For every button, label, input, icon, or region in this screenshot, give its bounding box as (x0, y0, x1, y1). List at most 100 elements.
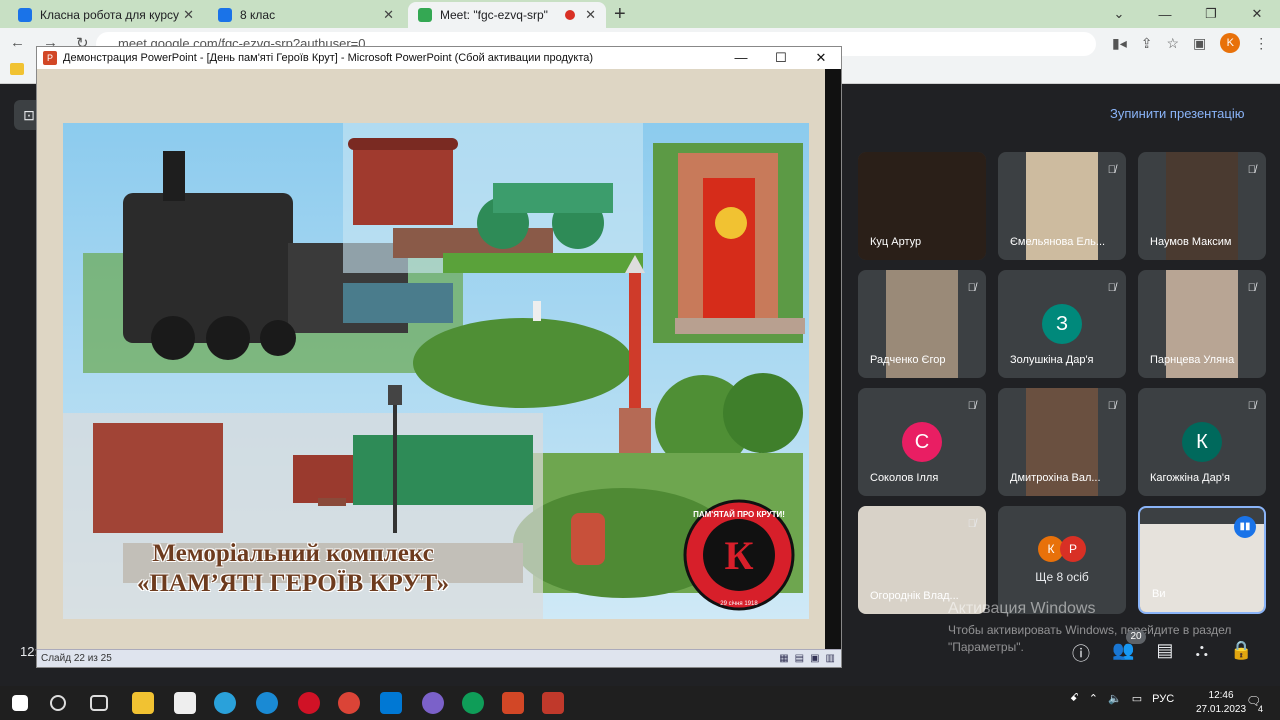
back-icon[interactable]: ← (10, 34, 25, 52)
minimize-button[interactable]: — (1142, 7, 1188, 22)
more-participants-label: Ще 8 осіб (1035, 570, 1089, 584)
viber-icon[interactable] (422, 692, 444, 714)
profile-avatar[interactable]: K (1220, 33, 1241, 53)
slideshow-view-icon[interactable]: ▥ (826, 653, 835, 664)
participant-tile[interactable]: 🎙̸ Парнцева Уляна (1138, 270, 1266, 378)
tab-classwork[interactable]: Класна робота для курсу "8 клас" ✕ (8, 2, 204, 28)
close-button[interactable]: ✕ (1234, 6, 1280, 22)
activation-watermark-title: Активация Windows (948, 600, 1096, 617)
camera-icon[interactable]: ▮◂ (1112, 35, 1127, 52)
participant-tile[interactable]: 🎙̸ З Золушкіна Дар'я (998, 270, 1126, 378)
store-icon[interactable] (174, 692, 196, 714)
menu-icon[interactable]: ⋮ (1254, 35, 1268, 52)
window-controls: ⌄ — ❐ ✕ (1096, 0, 1280, 28)
start-icon[interactable] (12, 695, 28, 711)
badge-letter: К (724, 533, 753, 578)
people-tray-icon[interactable]: ꗃ (1070, 692, 1079, 705)
app-taskbar-icon[interactable] (542, 692, 564, 714)
language-indicator[interactable]: РУС (1152, 693, 1174, 705)
tab-meet[interactable]: Meet: "fgc-ezvq-srp" ✕ (408, 2, 606, 28)
chrome-profile-icon[interactable] (462, 692, 484, 714)
participant-tile[interactable]: 🎙̸ Дмитрохіна Вал... (998, 388, 1126, 496)
participant-name: Куц Артур (870, 236, 922, 248)
ppt-view-icons: ▦ ▤ ▣ ▥ (779, 653, 835, 664)
wagon-cannon-image (343, 123, 643, 273)
slide-title: Меморіальний комплекс «ПАМ’ЯТІ ГЕРОЇВ КР… (63, 539, 523, 599)
mail-icon[interactable] (380, 692, 402, 714)
slide-title-line1: Меморіальний комплекс (152, 540, 434, 567)
info-icon[interactable]: ⓘ (1072, 640, 1090, 666)
powerpoint-taskbar-icon[interactable] (502, 692, 524, 714)
stop-presenting-button[interactable]: Зупинити презентацію (1110, 106, 1244, 121)
participant-name: Ємельянова Ель... (1010, 236, 1106, 248)
opera-icon[interactable] (298, 692, 320, 714)
participant-name: Радченко Єгор (870, 354, 946, 366)
maximize-button[interactable]: ❐ (1188, 6, 1234, 22)
notification-count: 4 (1258, 704, 1264, 714)
mic-off-icon: 🎙̸ (1107, 164, 1116, 176)
mic-off-icon: 🎙̸ (1247, 400, 1256, 412)
participant-tile[interactable]: 🎙̸ Огороднік Влад... (858, 506, 986, 614)
participant-tile[interactable]: 🎙̸ Ємельянова Ель... (998, 152, 1126, 260)
ppt-scrollbar[interactable] (825, 69, 841, 651)
maximize-button[interactable]: ☐ (761, 50, 801, 66)
avatar: З (1042, 304, 1082, 344)
new-tab-button[interactable]: + (614, 3, 626, 26)
people-icon[interactable]: 👥 (1112, 640, 1134, 666)
task-view-icon[interactable] (90, 695, 108, 711)
close-icon[interactable]: ✕ (183, 7, 194, 23)
participant-tile[interactable]: 🎙̸ Радченко Єгор (858, 270, 986, 378)
close-button[interactable]: ✕ (801, 50, 841, 66)
slide-title-line2: «ПАМ’ЯТІ ГЕРОЇВ КРУТ» (136, 570, 450, 597)
taskbar-clock[interactable]: 12:46 27.01.2023 (1196, 689, 1246, 717)
star-icon[interactable]: ☆ (1166, 35, 1179, 52)
close-icon[interactable]: ✕ (383, 7, 394, 23)
participant-tile[interactable]: 🎙̸ К Кагожкіна Дар'я (1138, 388, 1266, 496)
recording-icon (565, 10, 576, 20)
share-icon[interactable]: ⇪ (1141, 35, 1153, 52)
participant-name: Кагожкіна Дар'я (1150, 472, 1230, 484)
minimize-button[interactable]: — (721, 50, 761, 66)
browser-tabstrip: Класна робота для курсу "8 клас" ✕ 8 кла… (0, 0, 1280, 28)
windows-taskbar: ꗃ ⌃ 🔈 ▭ РУС 12:46 27.01.2023 🗨 4 (0, 686, 1280, 720)
chat-icon[interactable]: ▤ (1156, 640, 1173, 666)
search-icon[interactable] (50, 695, 66, 711)
participant-tile[interactable]: Куц Артур (858, 152, 986, 260)
participant-name: Ви (1152, 588, 1166, 600)
participant-name: Наумов Максим (1150, 236, 1232, 248)
telegram-icon[interactable] (214, 692, 236, 714)
classroom-icon (218, 8, 232, 22)
powerpoint-icon: P (43, 51, 57, 65)
close-icon[interactable]: ✕ (585, 7, 596, 23)
meet-icon (418, 8, 432, 22)
chevron-up-icon[interactable]: ⌃ (1089, 692, 1098, 705)
mic-off-icon: 🎙̸ (1107, 400, 1116, 412)
chrome-icon[interactable] (338, 692, 360, 714)
tab-8-class[interactable]: 8 клас ✕ (208, 2, 404, 28)
pamyatai-badge: ПАМ'ЯТАЙ ПРО КРУТИ! К 29 січня 1918 (683, 499, 795, 611)
host-controls-icon[interactable]: 🔒 (1230, 640, 1252, 666)
volume-icon[interactable]: 🔈 (1108, 692, 1122, 705)
participant-tile[interactable]: 🎙̸ Наумов Максим (1138, 152, 1266, 260)
self-tile[interactable]: ▮▮ Ви (1138, 506, 1266, 614)
file-explorer-icon[interactable] (132, 692, 154, 714)
participant-name: Золушкіна Дар'я (1010, 354, 1094, 366)
avatar: Р (1060, 536, 1086, 562)
activities-icon[interactable]: ⛬ (1195, 640, 1208, 666)
sidebar-icon[interactable]: ▣ (1193, 35, 1206, 52)
reading-view-icon[interactable]: ▣ (810, 653, 819, 664)
slide-counter: Слайд 22 из 25 (41, 653, 112, 664)
sorter-view-icon[interactable]: ▤ (795, 653, 804, 664)
ppt-statusbar: Слайд 22 из 25 ▦ ▤ ▣ ▥ (37, 649, 841, 667)
more-participants-tile[interactable]: К Р Ще 8 осіб (998, 506, 1126, 614)
edge-icon[interactable] (256, 692, 278, 714)
mic-off-icon: 🎙̸ (1107, 282, 1116, 294)
folder-icon[interactable] (10, 63, 24, 75)
participant-tile[interactable]: 🎙̸ С Соколов Ілля (858, 388, 986, 496)
mic-off-icon: 🎙̸ (1247, 164, 1256, 176)
network-icon[interactable]: ▭ (1132, 692, 1142, 705)
avatar: К (1182, 422, 1222, 462)
chevron-down-icon[interactable]: ⌄ (1096, 6, 1142, 22)
normal-view-icon[interactable]: ▦ (779, 653, 788, 664)
avatar: С (902, 422, 942, 462)
